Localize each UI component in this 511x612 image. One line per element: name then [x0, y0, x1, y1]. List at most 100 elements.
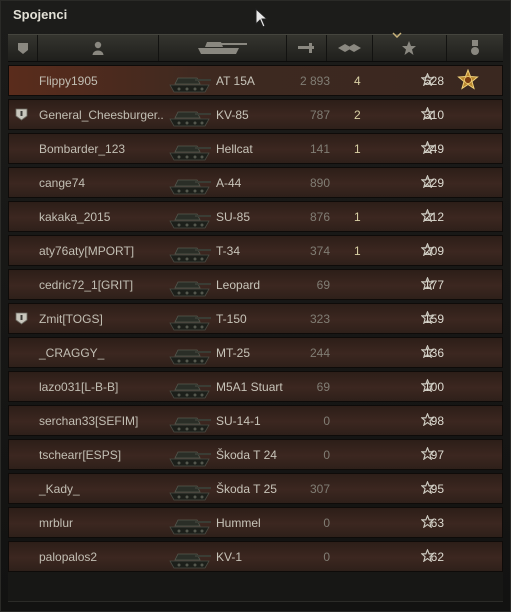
column-header	[8, 32, 503, 62]
damage-value: 374	[309, 244, 330, 258]
tank-silhouette-icon	[169, 349, 211, 365]
xp-star-icon	[421, 141, 434, 154]
tank-name: KV-85	[216, 108, 249, 122]
tank-name: KV-1	[216, 550, 243, 564]
panel-title: Spojenci	[13, 7, 68, 22]
damage-value: 2 893	[299, 74, 330, 88]
player-row[interactable]: tschearr[ESPS] Škoda T 24 0 97	[8, 439, 503, 470]
tank-name: M5A1 Stuart	[216, 380, 283, 394]
tank-name: T-34	[216, 244, 241, 258]
player-row[interactable]: cange74 A-44 890 229	[8, 167, 503, 198]
damage-value: 307	[309, 482, 330, 496]
panel-footer	[8, 572, 503, 602]
player-name: _Kady_	[39, 482, 80, 496]
damage-value: 141	[309, 142, 330, 156]
tank-name: Škoda T 24	[216, 448, 277, 462]
column-player[interactable]	[37, 35, 159, 61]
damage-value: 69	[316, 278, 330, 292]
player-name: palopalos2	[39, 550, 98, 564]
player-name: tschearr[ESPS]	[39, 448, 122, 462]
player-name: mrblur	[39, 516, 74, 530]
player-name: kakaka_2015	[39, 210, 111, 224]
player-row[interactable]: mrblur Hummel 0 63	[8, 507, 503, 538]
player-row[interactable]: lazo031[L-B-B] M5A1 Stuart 69 100	[8, 371, 503, 402]
player-name: Flippy1905	[39, 74, 98, 88]
player-name: aty76aty[MPORT]	[39, 244, 135, 258]
xp-star-icon	[421, 175, 434, 188]
player-row[interactable]: Zmit[TOGS] T-150 323 159	[8, 303, 503, 334]
column-xp[interactable]	[372, 32, 447, 61]
tank-name: SU-85	[216, 210, 251, 224]
kills-value: 1	[354, 244, 361, 258]
sort-desc-icon	[392, 32, 402, 38]
player-row[interactable]: Bombarder_123 Hellcat 141 1 249	[8, 133, 503, 164]
tank-name: Leopard	[216, 278, 261, 292]
xp-star-icon	[421, 107, 434, 120]
tank-name: MT-25	[216, 346, 251, 360]
column-kills[interactable]	[326, 35, 373, 61]
player-name: Zmit[TOGS]	[39, 312, 103, 326]
kills-value: 1	[354, 210, 361, 224]
player-name: General_Cheesburger..	[39, 108, 164, 122]
player-row[interactable]: _CRAGGY_ MT-25 244 136	[8, 337, 503, 368]
allies-panel: Spojenci Flippy1905 AT 15A 2 893 4 528 G…	[0, 0, 511, 612]
column-medal[interactable]	[446, 35, 503, 61]
tank-name: Hellcat	[216, 142, 253, 156]
kills-value: 1	[354, 142, 361, 156]
kills-value: 4	[354, 74, 361, 88]
xp-star-icon	[421, 345, 434, 358]
player-row[interactable]: aty76aty[MPORT] T-34 374 1 209	[8, 235, 503, 266]
xp-star-icon	[421, 73, 434, 86]
player-icon	[92, 41, 103, 55]
damage-value: 876	[309, 210, 330, 224]
medal-icon	[470, 40, 479, 55]
damage-value: 69	[316, 380, 330, 394]
top-gun-medal-icon	[457, 69, 479, 90]
column-platoon[interactable]	[8, 35, 38, 61]
player-name: cange74	[39, 176, 86, 190]
tank-silhouette-icon	[169, 213, 211, 229]
damage-value: 890	[309, 176, 330, 190]
platoon-badge-icon	[15, 312, 28, 325]
xp-star-icon	[421, 413, 434, 426]
xp-star-icon	[421, 515, 434, 528]
tank-silhouette-icon	[169, 383, 211, 399]
xp-star-icon	[421, 311, 434, 324]
damage-icon	[298, 43, 314, 53]
player-row[interactable]: _Kady_ Škoda T 25 307 95	[8, 473, 503, 504]
player-row[interactable]: General_Cheesburger.. KV-85 787 2 310	[8, 99, 503, 130]
tank-icon	[198, 42, 247, 54]
tank-name: A-44	[216, 176, 242, 190]
tank-name: AT 15A	[216, 74, 255, 88]
tank-name: SU-14-1	[216, 414, 261, 428]
xp-star-icon	[421, 243, 434, 256]
damage-value: 323	[309, 312, 330, 326]
tank-silhouette-icon	[169, 77, 211, 93]
player-row[interactable]: serchan33[SEFIM] SU-14-1 0 98	[8, 405, 503, 436]
tank-name: T-150	[216, 312, 247, 326]
player-row[interactable]: cedric72_1[GRIT] Leopard 69 177	[8, 269, 503, 300]
player-row[interactable]: palopalos2 KV-1 0 62	[8, 541, 503, 572]
mouse-cursor-icon	[255, 8, 269, 28]
tank-silhouette-icon	[169, 247, 211, 263]
player-row[interactable]: Flippy1905 AT 15A 2 893 4 528	[8, 65, 503, 96]
tank-silhouette-icon	[169, 417, 211, 433]
xp-star-icon	[421, 209, 434, 222]
player-row[interactable]: kakaka_2015 SU-85 876 1 212	[8, 201, 503, 232]
xp-star-icon	[421, 379, 434, 392]
player-name: _CRAGGY_	[39, 346, 105, 360]
player-name: lazo031[L-B-B]	[39, 380, 119, 394]
tank-silhouette-icon	[169, 179, 211, 195]
damage-value: 0	[323, 414, 330, 428]
platoon-icon	[17, 42, 28, 54]
column-damage[interactable]	[286, 35, 327, 61]
tank-silhouette-icon	[169, 553, 211, 569]
column-tank[interactable]	[158, 35, 287, 61]
xp-star-icon	[421, 481, 434, 494]
tank-silhouette-icon	[169, 451, 211, 467]
player-name: serchan33[SEFIM]	[39, 414, 139, 428]
player-name: Bombarder_123	[39, 142, 126, 156]
damage-value: 244	[309, 346, 330, 360]
xp-star-icon	[421, 277, 434, 290]
star-icon	[402, 41, 416, 55]
